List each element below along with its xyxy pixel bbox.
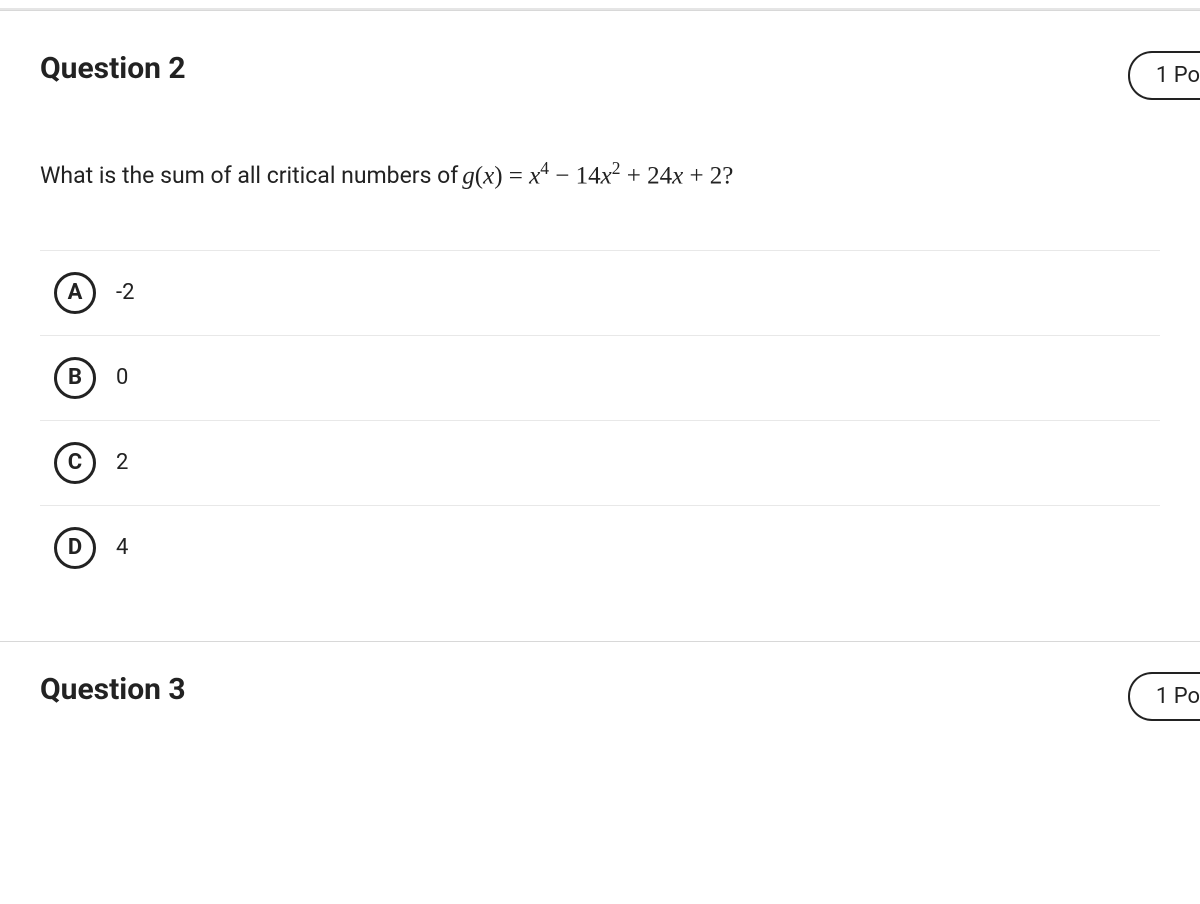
choice-letter: D — [54, 527, 96, 569]
choice-b[interactable]: B 0 — [40, 335, 1160, 420]
answer-choices: A -2 B 0 C 2 D 4 — [40, 250, 1160, 591]
choice-letter: A — [54, 272, 96, 314]
choice-letter: B — [54, 357, 96, 399]
choice-text: 0 — [116, 365, 128, 390]
choice-text: 2 — [116, 450, 128, 475]
choice-c[interactable]: C 2 — [40, 420, 1160, 505]
question-3-block: Question 3 1 Po — [0, 641, 1200, 721]
choice-text: 4 — [116, 535, 128, 560]
points-badge: 1 Po — [1128, 672, 1200, 721]
question-2-block: Question 2 1 Po What is the sum of all c… — [0, 10, 1200, 641]
choice-text: -2 — [116, 280, 134, 305]
question-title: Question 2 — [40, 51, 186, 86]
choice-d[interactable]: D 4 — [40, 505, 1160, 591]
choice-letter: C — [54, 442, 96, 484]
question-prompt: What is the sum of all critical numbers … — [40, 155, 1160, 195]
prompt-text: What is the sum of all critical numbers … — [40, 159, 458, 194]
points-badge: 1 Po — [1128, 51, 1200, 100]
math-expression: g(x) = x4 − 14x2 + 24x + 2? — [462, 155, 733, 195]
choice-a[interactable]: A -2 — [40, 250, 1160, 335]
question-header: Question 2 1 Po — [40, 51, 1160, 100]
question-title: Question 3 — [40, 672, 186, 707]
